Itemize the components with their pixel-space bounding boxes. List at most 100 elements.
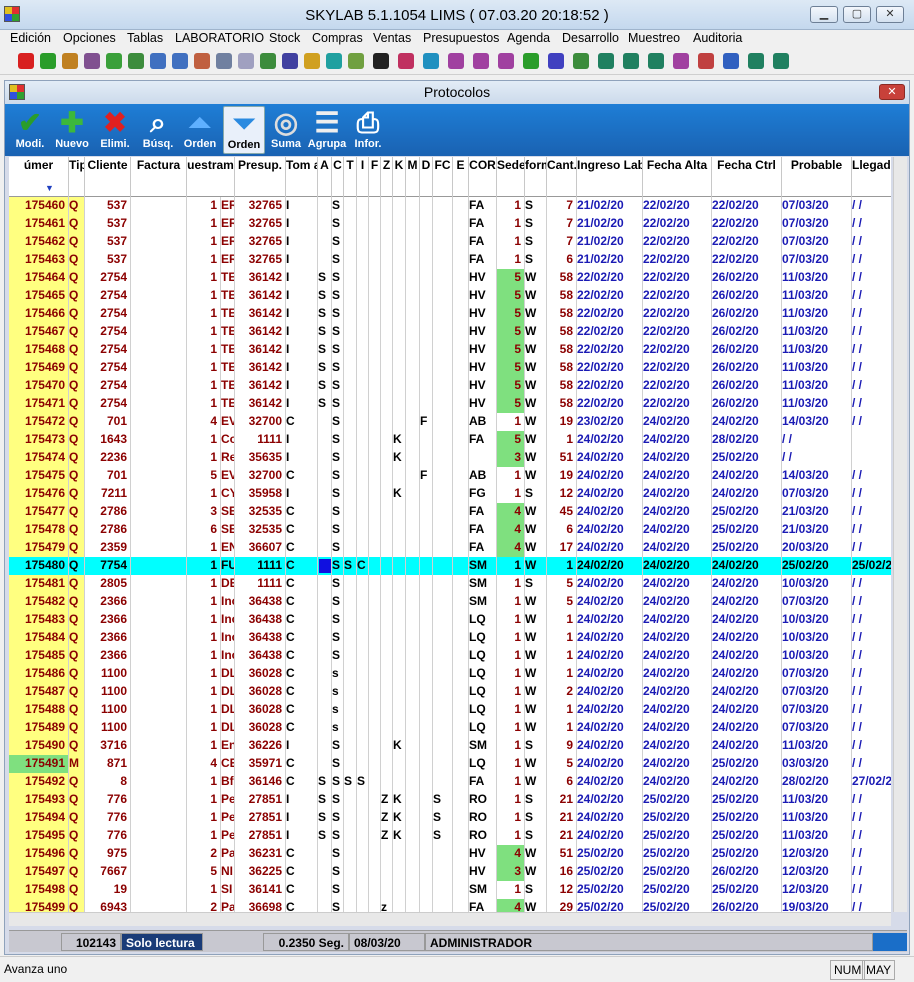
column-header[interactable]: M [406,157,420,197]
column-header[interactable]: Fecha Ctrl [712,157,782,197]
check-icon[interactable] [573,53,589,69]
table-row[interactable]: 175494 Q 776 1 Pe 27851 I S S Z K S RO 1 S 21 24/02/20 25… [9,809,891,827]
column-header[interactable]: C [332,157,344,197]
table-row[interactable]: 175496 Q 975 2 Pa 36231 C S HV 4 W 51 25/02/20 25/02/… [9,845,891,863]
menu-opciones[interactable]: Opciones [63,31,116,45]
protocols-grid[interactable]: úmerTipoClienteFacturauestramPresup.Tom … [9,157,891,912]
table-row[interactable]: 175464 Q 2754 1 TE 36142 I S S HV 5 W 58 22/02/20 22/0… [9,269,891,287]
m-icon[interactable] [448,53,464,69]
book-icon[interactable] [698,53,714,69]
column-header[interactable]: Fecha Alta [643,157,712,197]
grid-icon[interactable] [238,53,254,69]
menu-laboratorio[interactable]: LABORATORIO [175,31,264,45]
table-row[interactable]: 175487Q11001DL36028CsLQ1W224/02/2024/02/… [9,683,891,701]
table-row[interactable]: 175474 Q 2236 1 Re 35635 I S K 3 W 51 24/02/20 24/02/… [9,449,891,467]
table-row[interactable]: 175468 Q 2754 1 TE 36142 I S S HV 5 W 58 22/02/20 22/0… [9,341,891,359]
column-header[interactable]: Probable [782,157,852,197]
horizontal-scrollbar[interactable] [9,912,891,926]
column-header[interactable]: Sede [497,157,525,197]
column-header[interactable]: E [453,157,469,197]
chart-icon[interactable] [150,53,166,69]
modify-button[interactable]: ✔ Modi. [9,106,51,154]
table-row[interactable]: 175463Q5371ER32765ISFA1S621/02/2022/02/2… [9,251,891,269]
table-row[interactable]: 175486Q11001DL36028CsLQ1W124/02/2024/02/… [9,665,891,683]
menu-desarrollo[interactable]: Desarrollo [562,31,619,45]
column-header[interactable]: Llegada ADM. LAB. [852,157,891,197]
table-row[interactable]: 175461Q5371ER32765ISFA1S721/02/2022/02/2… [9,215,891,233]
column-header[interactable]: form [525,157,547,197]
grid-icon[interactable] [373,53,389,69]
minimize-button[interactable]: ▁ [810,6,838,23]
color-icon[interactable] [398,53,414,69]
tick-icon[interactable] [548,53,564,69]
column-header[interactable]: uestram [187,157,235,197]
table-row[interactable]: 175472Q7014EV32700CSFAB1W1923/02/2024/02… [9,413,891,431]
sheet-icon[interactable] [748,53,764,69]
ok-icon[interactable] [40,53,56,69]
column-header[interactable]: úmer [9,157,69,197]
menu-stock[interactable]: Stock [269,31,300,45]
table-row[interactable]: 175467 Q 2754 1 TE 36142 I S S HV 5 W 58 22/02/20 22/0… [9,323,891,341]
column-header[interactable]: Tipo [69,157,85,197]
graph-icon[interactable] [172,53,188,69]
table-row[interactable]: 175499 Q 6943 2 Pa 36698 C Sz FA 4 W 29 25/02/20 25/0… [9,899,891,912]
tag-icon[interactable] [84,53,100,69]
child-close-button[interactable]: ✕ [879,84,905,100]
menu-tablas[interactable]: Tablas [127,31,163,45]
table-row[interactable]: 175488Q11001DL36028CsLQ1W124/02/2024/02/… [9,701,891,719]
table-row[interactable]: 175478Q27866SE32535CSFA4W624/02/2024/02/… [9,521,891,539]
table-row[interactable]: 175493 Q 776 1 Pe 27851 I S S Z K S RO 1 S 21 24/02/20 25… [9,791,891,809]
table-row[interactable]: 175475Q7015EV32700CSFAB1W1924/02/2024/02… [9,467,891,485]
table-row[interactable]: 175462Q5371ER32765ISFA1S721/02/2022/02/2… [9,233,891,251]
sheet-icon[interactable] [326,53,342,69]
column-header[interactable]: D [420,157,433,197]
grid-icon[interactable] [194,53,210,69]
table-row[interactable]: 175485Q23661Inc36438CSLQ1W124/02/2024/02… [9,647,891,665]
column-header[interactable]: A [318,157,332,197]
column-header[interactable]: K [393,157,406,197]
table-row[interactable]: 175471 Q 2754 1 TE 36142 I S S HV 5 W 58 22/02/20 22/0… [9,395,891,413]
column-header[interactable]: COR [469,157,497,197]
menu-compras[interactable]: Compras [312,31,363,45]
table-row[interactable]: 175477Q27863SE32535CSFA4W4524/02/2024/02… [9,503,891,521]
menu-agenda[interactable]: Agenda [507,31,550,45]
column-header[interactable]: Z [381,157,393,197]
m-icon[interactable] [498,53,514,69]
table-row[interactable]: 175491M8714CE35971CSLQ1W524/02/2024/02/2… [9,755,891,773]
table-row[interactable]: 175492 Q 8 1 Bf 36146 C S S S S FA 1 W 6 24/02/20 24/02/… [9,773,891,791]
puzzle-icon[interactable] [106,53,122,69]
group-button[interactable]: ☰ Agrupa [306,106,348,154]
search-button[interactable]: ⌕ Búsq. [137,106,179,154]
sheet-icon[interactable] [598,53,614,69]
table-row[interactable]: 175481Q28051DE1111CSSM1S524/02/2024/02/2… [9,575,891,593]
table-row[interactable]: 175495 Q 776 1 Pe 27851 I S S Z K S RO 1 S 21 24/02/20 25… [9,827,891,845]
column-header[interactable]: Cliente [85,157,131,197]
column-header[interactable]: Cant. ámet [547,157,577,197]
table-row[interactable]: 175460Q5371ER32765ISFA1S721/02/2022/02/2… [9,197,891,215]
grid-icon[interactable] [260,53,276,69]
sum-button[interactable]: ◎ Suma [265,106,307,154]
column-header[interactable]: Presup. [235,157,286,197]
sheet-icon[interactable] [773,53,789,69]
table-row[interactable]: 175480Q77541FU1111CSSCSM1W124/02/2024/02… [9,557,891,575]
column-header[interactable]: I [357,157,369,197]
new-button[interactable]: ✚ Nuevo [51,106,93,154]
sort-desc-button[interactable]: ⏷ Orden [223,106,265,154]
table-row[interactable]: 175484Q23661Inc36438CSLQ1W124/02/2024/02… [9,629,891,647]
table-row[interactable]: 175497 Q 7667 5 NI 36225 C S HV 3 W 16 25/02/20 25/02… [9,863,891,881]
close-button[interactable]: ✕ [876,6,904,23]
sort-asc-button[interactable]: ⏶ Orden [179,106,221,154]
doc-icon[interactable] [423,53,439,69]
menu-auditoria[interactable]: Auditoria [693,31,742,45]
m-icon[interactable] [473,53,489,69]
table-row[interactable]: 175466 Q 2754 1 TE 36142 I S S HV 5 W 58 22/02/20 22/0… [9,305,891,323]
grid-icon[interactable] [304,53,320,69]
grid-icon[interactable] [673,53,689,69]
column-header[interactable]: Ingreso Lab. [577,157,643,197]
sheet-icon[interactable] [723,53,739,69]
cancel-icon[interactable] [18,53,34,69]
table-row[interactable]: 175490 Q 3716 1 En 36226 I S K SM 1 S 9 24/02/20 24/02… [9,737,891,755]
maximize-button[interactable]: ▢ [843,6,871,23]
menu-muestreo[interactable]: Muestreo [628,31,680,45]
table-row[interactable]: 175465 Q 2754 1 TE 36142 I S S HV 5 W 58 22/02/20 22/0… [9,287,891,305]
